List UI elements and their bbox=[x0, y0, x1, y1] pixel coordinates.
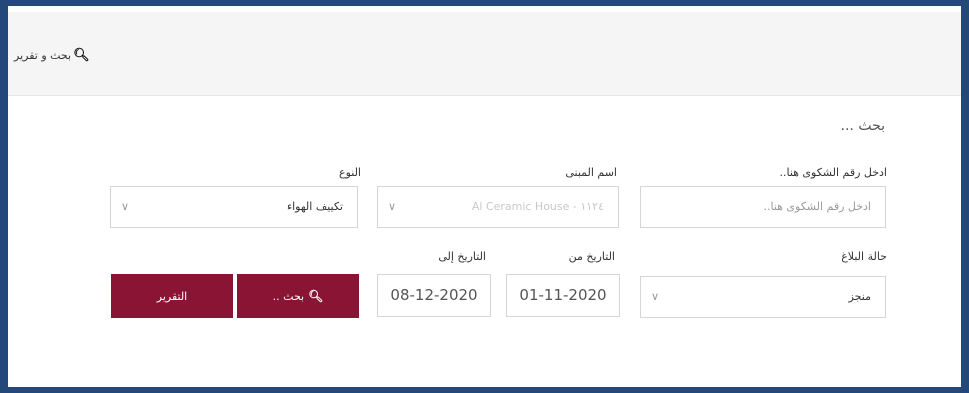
complaint-number-input[interactable]: ادخل رقم الشكوى هنا.. bbox=[640, 186, 886, 228]
date-from-value: 01-11-2020 bbox=[519, 286, 607, 304]
building-name-value: Al Ceramic House - ۱۱۲٤ bbox=[471, 200, 604, 213]
search-icon: 🔍︎ bbox=[308, 289, 324, 303]
top-bar: 🔍︎ بحث و تقرير bbox=[8, 12, 961, 96]
search-button-label: بحث .. bbox=[272, 289, 305, 303]
report-button-label: التقرير bbox=[156, 289, 188, 303]
date-from-input[interactable]: 01-11-2020 bbox=[506, 274, 620, 317]
building-name-select[interactable]: ∨ Al Ceramic House - ۱۱۲٤ bbox=[377, 186, 619, 228]
search-icon: 🔍︎ bbox=[73, 48, 90, 63]
date-to-value: 08-12-2020 bbox=[390, 286, 478, 304]
page-title: بحث و تقرير bbox=[14, 49, 72, 62]
search-button[interactable]: 🔍︎ بحث .. bbox=[237, 274, 359, 318]
date-from-label: التاريخ من bbox=[568, 250, 615, 263]
date-to-label: التاريخ إلى bbox=[438, 250, 486, 263]
report-status-label: حالة البلاغ bbox=[841, 250, 887, 263]
type-value: تكييف الهواء bbox=[286, 200, 343, 213]
report-status-select[interactable]: ∨ منجز bbox=[640, 276, 886, 318]
report-button[interactable]: التقرير bbox=[111, 274, 233, 318]
breadcrumb-search-report[interactable]: 🔍︎ بحث و تقرير bbox=[14, 48, 90, 63]
chevron-down-icon: ∨ bbox=[388, 200, 397, 213]
type-label: النوع bbox=[339, 166, 361, 179]
date-to-input[interactable]: 08-12-2020 bbox=[377, 274, 491, 317]
section-title: بحث ... bbox=[840, 118, 885, 134]
report-status-value: منجز bbox=[848, 290, 871, 303]
chevron-down-icon: ∨ bbox=[651, 290, 660, 303]
complaint-number-placeholder: ادخل رقم الشكوى هنا.. bbox=[763, 200, 871, 213]
complaint-number-label: ادخل رقم الشكوى هنا.. bbox=[779, 166, 887, 179]
building-name-label: اسم المبنى bbox=[565, 166, 617, 179]
type-select[interactable]: ∨ تكييف الهواء bbox=[110, 186, 358, 228]
chevron-down-icon: ∨ bbox=[121, 200, 130, 213]
